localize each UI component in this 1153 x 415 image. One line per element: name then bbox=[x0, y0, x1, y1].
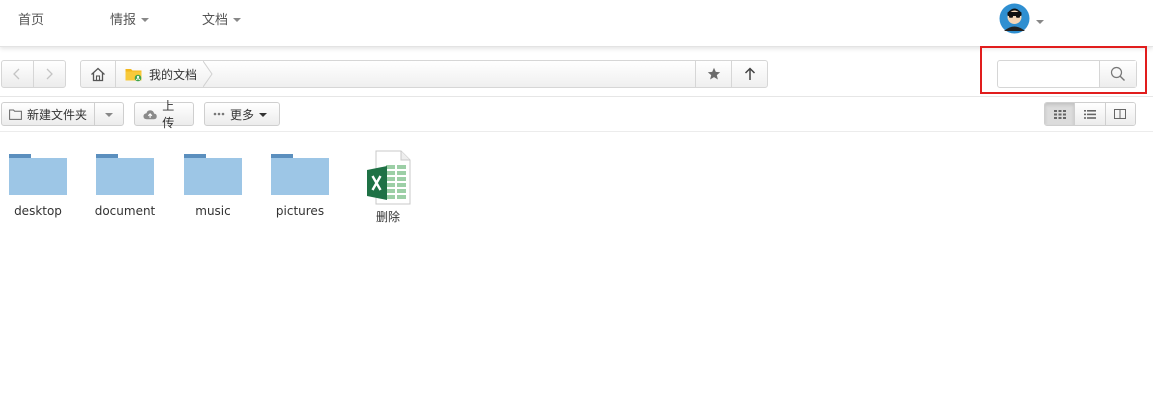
user-avatar-icon bbox=[999, 3, 1030, 38]
chevron-down-icon bbox=[259, 113, 268, 117]
chevron-down-icon bbox=[233, 17, 242, 22]
search-box bbox=[997, 60, 1137, 88]
excel-file-icon bbox=[367, 150, 411, 205]
list-view-icon bbox=[1083, 109, 1096, 119]
up-level-button[interactable] bbox=[731, 61, 767, 87]
chevron-down-icon bbox=[141, 17, 150, 22]
folder-icon bbox=[9, 154, 67, 195]
nav-intelligence[interactable]: 情报 bbox=[110, 9, 150, 28]
file-name: music bbox=[195, 204, 231, 218]
folder-icon bbox=[271, 154, 329, 195]
folder-icon bbox=[184, 154, 242, 195]
nav-intelligence-label: 情报 bbox=[110, 13, 137, 28]
upload-label: 上传 bbox=[162, 99, 175, 130]
more-button[interactable]: 更多 bbox=[204, 102, 280, 126]
breadcrumb-separator bbox=[203, 61, 213, 87]
breadcrumb-item-my-documents[interactable]: 我的文档 bbox=[116, 61, 203, 87]
star-icon bbox=[707, 67, 720, 80]
cloud-upload-icon bbox=[143, 109, 157, 119]
search-input[interactable] bbox=[998, 61, 1099, 87]
breadcrumb-label: 我的文档 bbox=[149, 67, 198, 82]
breadcrumb: 我的文档 bbox=[80, 60, 768, 88]
home-icon bbox=[91, 67, 105, 81]
divider bbox=[0, 131, 1153, 132]
file-item-excel[interactable]: 删除 bbox=[348, 150, 428, 225]
favorite-button[interactable] bbox=[695, 61, 731, 87]
back-button[interactable] bbox=[2, 61, 34, 87]
folder-icon bbox=[96, 154, 154, 195]
nav-home-label: 首页 bbox=[18, 13, 45, 28]
columns-view-icon bbox=[1114, 109, 1127, 119]
file-name: 删除 bbox=[375, 210, 400, 224]
new-folder-button[interactable]: 新建文件夹 bbox=[1, 102, 124, 126]
more-label: 更多 bbox=[230, 107, 255, 122]
home-button[interactable] bbox=[81, 61, 116, 87]
upload-button[interactable]: 上传 bbox=[134, 99, 194, 130]
search-icon bbox=[1110, 66, 1125, 81]
forward-button[interactable] bbox=[34, 61, 65, 87]
list-view-button[interactable] bbox=[1075, 103, 1106, 125]
chevron-right-icon bbox=[46, 68, 54, 80]
nav-documents-label: 文档 bbox=[202, 13, 229, 28]
file-item-document[interactable]: document bbox=[85, 150, 165, 218]
user-menu[interactable] bbox=[999, 3, 1044, 38]
grid-view-button[interactable] bbox=[1045, 103, 1076, 125]
chevron-down-icon bbox=[1036, 19, 1044, 24]
file-name: desktop bbox=[14, 204, 62, 218]
nav-home[interactable]: 首页 bbox=[18, 9, 44, 28]
file-item-desktop[interactable]: desktop bbox=[0, 150, 78, 218]
chevron-left-icon bbox=[13, 68, 20, 80]
file-item-music[interactable]: music bbox=[173, 150, 253, 218]
new-folder-label: 新建文件夹 bbox=[27, 107, 88, 122]
grid-view-icon bbox=[1053, 109, 1066, 119]
view-mode-switcher bbox=[1044, 102, 1136, 126]
file-name: document bbox=[94, 204, 156, 218]
history-nav bbox=[1, 60, 66, 88]
chevron-down-icon bbox=[104, 113, 113, 117]
search-button[interactable] bbox=[1099, 61, 1136, 87]
top-navigation: 首页 情报 文档 bbox=[0, 0, 1153, 47]
columns-view-button[interactable] bbox=[1105, 103, 1135, 125]
nav-documents[interactable]: 文档 bbox=[202, 9, 242, 28]
file-item-pictures[interactable]: pictures bbox=[260, 150, 340, 218]
shared-folder-icon bbox=[125, 68, 142, 81]
more-dots-icon bbox=[213, 112, 225, 116]
folder-outline-icon bbox=[9, 109, 22, 120]
arrow-up-icon bbox=[744, 67, 755, 80]
file-name: pictures bbox=[275, 204, 325, 218]
new-folder-dropdown[interactable] bbox=[94, 103, 122, 125]
